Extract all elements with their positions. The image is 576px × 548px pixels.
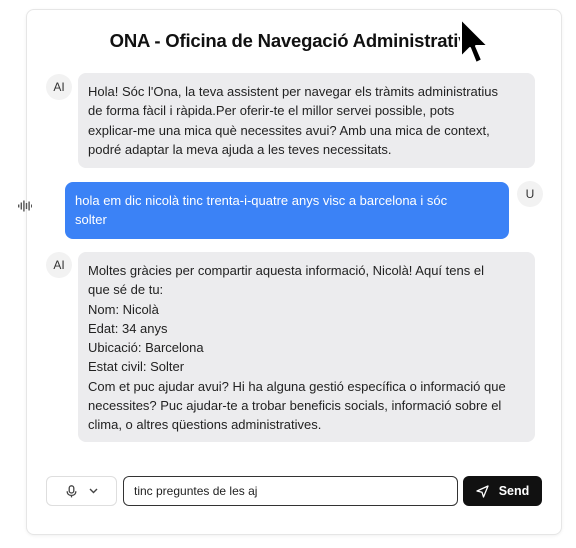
mouse-cursor-icon <box>460 18 489 64</box>
user-message: hola em dic nicolà tinc trenta-i-quatre … <box>65 182 509 239</box>
message-line: hola em dic nicolà tinc trenta-i-quatre … <box>75 193 448 208</box>
audio-wave-icon[interactable] <box>18 200 32 212</box>
ai-message: Hola! Sóc l'Ona, la teva assistent per n… <box>78 73 535 168</box>
message-line: clima, o altres qüestions administrative… <box>88 417 322 433</box>
ai-message: Moltes gràcies per compartir aquesta inf… <box>78 252 535 442</box>
composer: Send <box>46 476 544 506</box>
message-line: podré adaptar la meva ajuda a les teves … <box>88 141 392 157</box>
message-line: necessites? Puc ajudar-te a trobar benef… <box>88 398 502 414</box>
ai-avatar: AI <box>46 252 72 278</box>
message-line: Nom: Nicolà <box>88 301 159 317</box>
message-line: Moltes gràcies per compartir aquesta inf… <box>88 263 484 278</box>
message-input[interactable] <box>123 476 458 506</box>
user-avatar: U <box>517 181 543 207</box>
message-line: Hola! Sóc l'Ona, la teva assistent per n… <box>88 84 498 99</box>
message-line: de forma fàcil i ràpida.Per oferir-te el… <box>88 103 455 119</box>
send-label: Send <box>498 484 530 498</box>
message-line: Estat civil: Solter <box>88 359 185 375</box>
message-line: solter <box>75 212 107 228</box>
send-button[interactable]: Send <box>463 476 542 506</box>
message-line: explicar-me una mica què necessites avui… <box>88 122 490 138</box>
microphone-icon <box>66 484 76 497</box>
chevron-down-icon <box>89 488 97 494</box>
message-line: Com et puc ajudar avui? Hi ha alguna ges… <box>88 378 506 394</box>
avatar-label: AI <box>53 258 65 272</box>
send-arrow-icon <box>476 484 489 498</box>
message-line: Ubicació: Barcelona <box>88 340 204 356</box>
ai-avatar: AI <box>46 74 72 100</box>
voice-input-select[interactable] <box>46 476 117 506</box>
message-line: Edat: 34 anys <box>88 320 168 336</box>
avatar-label: AI <box>53 80 65 94</box>
message-line: que sé de tu: <box>88 282 164 298</box>
avatar-label: U <box>525 187 535 201</box>
